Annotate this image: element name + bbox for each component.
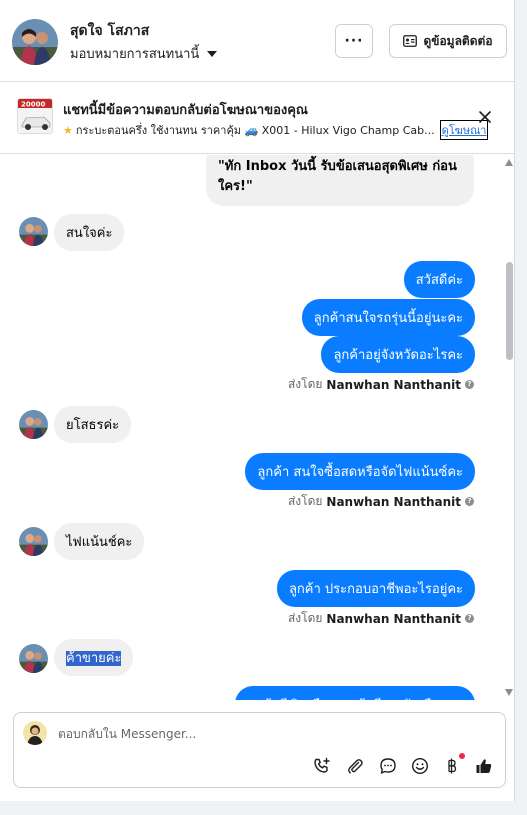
conversation-header: สุดใจ โสภาส มอบหมายการสนทนานี้ ··· ดูข้อ… bbox=[0, 0, 515, 82]
scroll-up-arrow-icon[interactable] bbox=[505, 159, 513, 166]
chat-bubble-icon[interactable] bbox=[378, 756, 398, 776]
close-icon[interactable] bbox=[476, 108, 494, 126]
outgoing-message: ลูกค้าสนใจรถรุ่นนี้อยู่นะคะ bbox=[301, 299, 475, 336]
contact-avatar[interactable] bbox=[12, 19, 58, 65]
baht-icon[interactable] bbox=[442, 756, 462, 776]
reply-input[interactable] bbox=[58, 726, 458, 742]
sender-name: Nanwhan Nanthanit bbox=[326, 377, 461, 392]
sender-name: Nanwhan Nanthanit bbox=[326, 611, 461, 626]
star-icon: ★ bbox=[63, 123, 73, 137]
more-options-button[interactable]: ··· bbox=[335, 24, 373, 58]
outgoing-message: สวัสดีค่ะ bbox=[403, 261, 475, 298]
sender-name: Nanwhan Nanthanit bbox=[326, 494, 461, 509]
incoming-message: ค้าขายค่ะ bbox=[54, 639, 134, 676]
view-contact-info-button[interactable]: ดูข้อมูลติดต่อ bbox=[389, 24, 507, 58]
contact-mini-avatar bbox=[19, 410, 48, 439]
reply-composer bbox=[13, 712, 506, 788]
ad-banner-title: แชทนี้มีข้อความตอบกลับต่อโฆษณาของคุณ bbox=[63, 103, 308, 118]
sent-by-label: ส่งโดย Nanwhan Nanthanit ? bbox=[288, 609, 474, 628]
caret-down-icon bbox=[207, 50, 218, 57]
contact-name: สุดใจ โสภาส bbox=[70, 23, 150, 39]
outgoing-message: ลูกค้า สนใจซื้อสดหรือจัดไฟแน้นซ์คะ bbox=[245, 453, 475, 490]
conversation-panel: สุดใจ โสภาส มอบหมายการสนทนานี้ ··· ดูข้อ… bbox=[0, 0, 515, 801]
info-icon[interactable]: ? bbox=[465, 614, 474, 623]
contact-card-icon bbox=[403, 35, 418, 47]
contact-mini-avatar bbox=[19, 527, 48, 556]
sent-by-label: ส่งโดย Nanwhan Nanthanit ? bbox=[288, 375, 474, 394]
info-icon[interactable]: ? bbox=[465, 380, 474, 389]
contact-mini-avatar bbox=[19, 644, 48, 673]
phone-add-icon[interactable] bbox=[312, 756, 332, 776]
message-thread[interactable]: "ทัก Inbox วันนี้ รับข้อเสนอสุดพิเศษ ก่อ… bbox=[0, 155, 515, 700]
view-contact-info-label: ดูข้อมูลติดต่อ bbox=[423, 33, 493, 48]
ad-description-text: กระบะตอนครึ่ง ใช้งานทน ราคาคุ้ม 🚙 X001 -… bbox=[75, 124, 435, 137]
info-icon[interactable]: ? bbox=[465, 497, 474, 506]
ad-thumb-price: 20000 bbox=[21, 101, 45, 109]
incoming-message: ยโสธรค่ะ bbox=[54, 406, 132, 443]
incoming-message: ไฟแน้นช์คะ bbox=[54, 523, 145, 560]
selected-text: ค้าขายค่ะ bbox=[66, 651, 122, 666]
scrollbar-thumb[interactable] bbox=[506, 262, 513, 360]
outgoing-message: ลูกค้ามีเงินเดือน ลูกค้ามีรายรับเดือนละ bbox=[235, 686, 475, 700]
incoming-message: สนใจค่ะ bbox=[54, 214, 125, 251]
scroll-down-arrow-icon[interactable] bbox=[505, 689, 513, 696]
ad-banner-description: ★ กระบะตอนครึ่ง ใช้งานทน ราคาคุ้ม 🚙 X001… bbox=[63, 120, 489, 140]
assign-conversation-dropdown[interactable]: มอบหมายการสนทนานี้ bbox=[70, 43, 218, 64]
ad-reply-banner: 20000 แชทนี้มีข้อความตอบกลับต่อโฆษณาของค… bbox=[0, 82, 515, 154]
contact-mini-avatar bbox=[19, 217, 48, 246]
notification-dot bbox=[459, 753, 465, 759]
thumbs-up-icon[interactable] bbox=[474, 756, 494, 776]
outgoing-message: ลูกค้าอยู่จังหวัดอะไรคะ bbox=[321, 336, 475, 373]
assign-conversation-label: มอบหมายการสนทนานี้ bbox=[70, 47, 200, 62]
ad-thumbnail[interactable]: 20000 bbox=[17, 98, 53, 134]
sent-by-label: ส่งโดย Nanwhan Nanthanit ? bbox=[288, 492, 474, 511]
more-icon: ··· bbox=[344, 33, 364, 49]
ad-reply-message: "ทัก Inbox วันนี้ รับข้อเสนอสุดพิเศษ ก่อ… bbox=[206, 155, 474, 206]
paperclip-icon[interactable] bbox=[345, 756, 365, 776]
scrollbar[interactable] bbox=[503, 155, 515, 700]
emoji-icon[interactable] bbox=[410, 756, 430, 776]
page-avatar bbox=[23, 721, 47, 745]
outgoing-message: ลูกค้า ประกอบอาชีพอะไรอยู่คะ bbox=[276, 570, 475, 607]
